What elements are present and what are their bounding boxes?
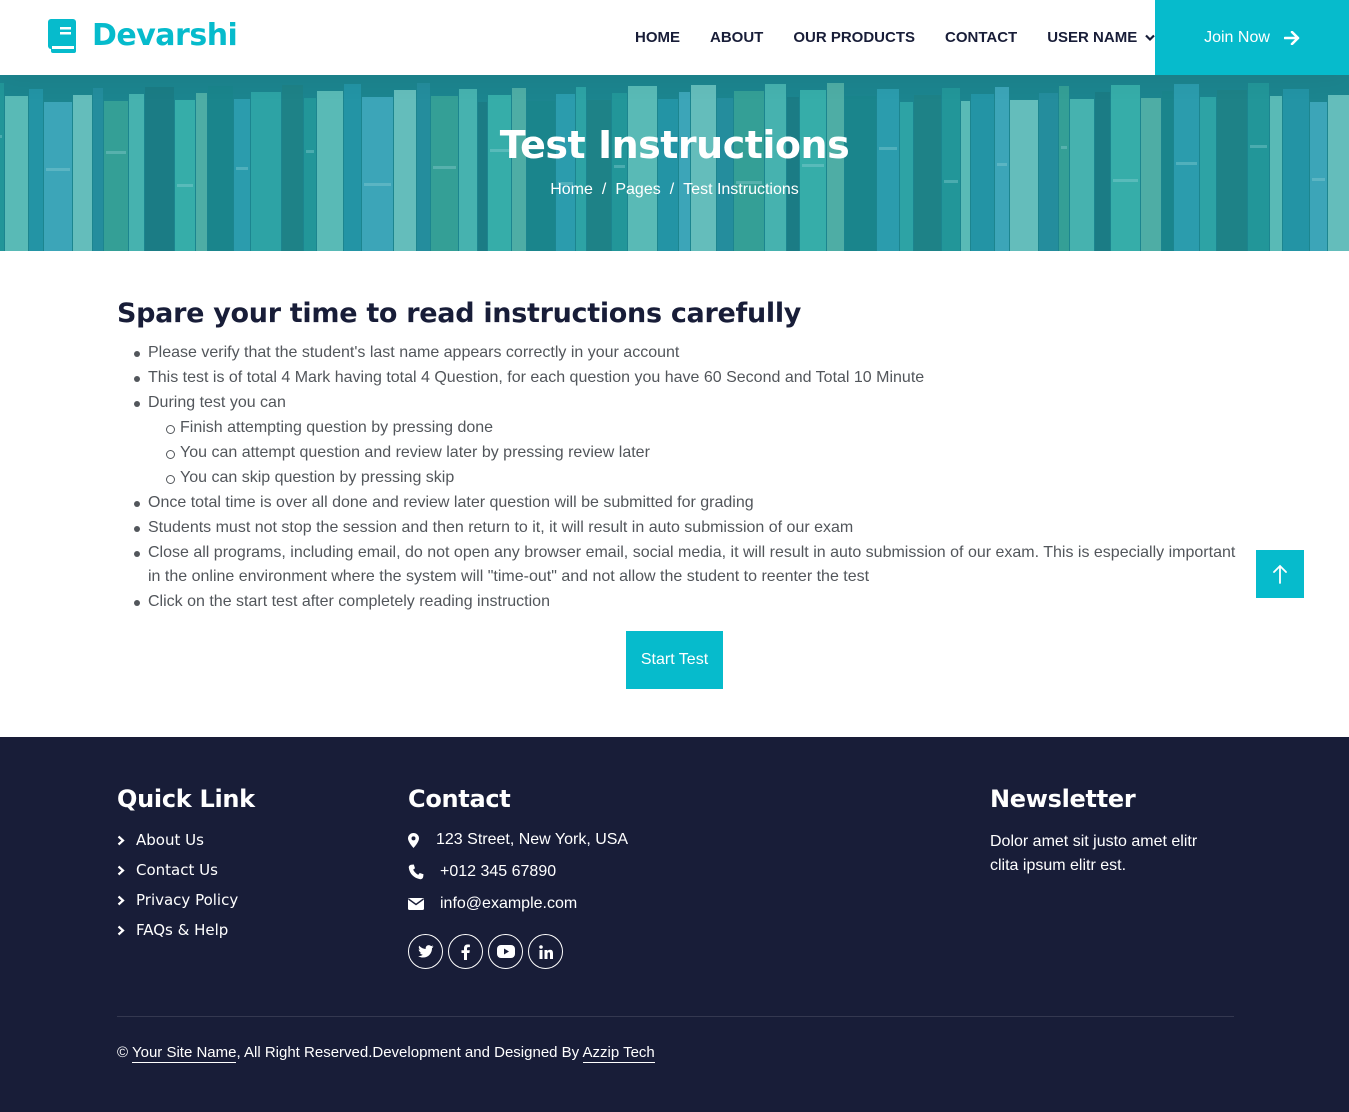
twitter-button[interactable] bbox=[408, 934, 443, 969]
instruction-subitem: You can attempt question and review late… bbox=[117, 441, 1237, 465]
phone-icon bbox=[408, 864, 424, 880]
arrow-right-icon bbox=[1283, 30, 1300, 45]
breadcrumb-pages[interactable]: Pages bbox=[615, 181, 660, 199]
nav-contact[interactable]: CONTACT bbox=[945, 29, 1017, 46]
chevron-right-icon bbox=[117, 925, 125, 935]
envelope-icon bbox=[408, 898, 424, 910]
instructions-list-continued: Once total time is over all done and rev… bbox=[117, 491, 1237, 614]
back-to-top-button[interactable] bbox=[1256, 550, 1304, 598]
breadcrumb-home[interactable]: Home bbox=[550, 181, 593, 199]
breadcrumb: Home / Pages / Test Instructions bbox=[0, 181, 1349, 199]
site-name-link[interactable]: Your Site Name bbox=[131, 1044, 237, 1063]
breadcrumb-separator: / bbox=[601, 181, 607, 198]
footer-link-privacy-policy[interactable]: Privacy Policy bbox=[117, 885, 255, 915]
footer-link-label: About Us bbox=[136, 831, 204, 849]
chevron-down-icon bbox=[1145, 34, 1156, 41]
facebook-icon bbox=[461, 944, 470, 960]
footer-divider bbox=[117, 1016, 1234, 1017]
instruction-item: Once total time is over all done and rev… bbox=[117, 491, 1237, 515]
arrow-up-icon bbox=[1273, 564, 1287, 584]
join-now-label: Join Now bbox=[1204, 28, 1270, 46]
instructions-heading: Spare your time to read instructions car… bbox=[117, 298, 802, 329]
page-header-banner: Test Instructions Home / Pages / Test In… bbox=[0, 75, 1349, 251]
footer-contact: Contact 123 Street, New York, USA +012 3… bbox=[408, 785, 628, 969]
instruction-subitem: Finish attempting question by pressing d… bbox=[117, 416, 1237, 440]
footer-link-label: FAQs & Help bbox=[136, 921, 229, 939]
footer-newsletter: Newsletter Dolor amet sit justo amet eli… bbox=[990, 785, 1230, 878]
breadcrumb-separator: / bbox=[669, 181, 675, 198]
contact-phone: +012 345 67890 bbox=[408, 856, 628, 888]
instruction-item: Please verify that the student's last na… bbox=[117, 341, 1237, 365]
contact-address: 123 Street, New York, USA bbox=[408, 824, 628, 856]
quick-link-title: Quick Link bbox=[117, 785, 255, 813]
nav-user-dropdown[interactable]: USER NAME bbox=[1047, 29, 1156, 46]
navbar: Devarshi HOME ABOUT OUR PRODUCTS CONTACT… bbox=[0, 0, 1349, 75]
join-now-button[interactable]: Join Now bbox=[1155, 0, 1349, 75]
instruction-item-text: During test you can bbox=[148, 394, 286, 411]
newsletter-text: Dolor amet sit justo amet elitr clita ip… bbox=[990, 833, 1198, 874]
instruction-item: This test is of total 4 Mark having tota… bbox=[117, 366, 1237, 390]
page-title: Test Instructions bbox=[499, 123, 850, 167]
footer-link-about-us[interactable]: About Us bbox=[117, 825, 255, 855]
facebook-button[interactable] bbox=[448, 934, 483, 969]
start-test-button[interactable]: Start Test bbox=[626, 631, 723, 689]
chevron-right-icon bbox=[117, 895, 125, 905]
youtube-icon bbox=[496, 945, 515, 958]
youtube-button[interactable] bbox=[488, 934, 523, 969]
nav-our-products[interactable]: OUR PRODUCTS bbox=[793, 29, 915, 46]
contact-email-text: info@example.com bbox=[440, 895, 578, 912]
instructions-list: Please verify that the student's last na… bbox=[117, 341, 1237, 415]
breadcrumb-current: Test Instructions bbox=[683, 181, 799, 198]
instruction-item: During test you can bbox=[117, 391, 1237, 415]
instruction-item: Students must not stop the session and t… bbox=[117, 516, 1237, 540]
footer-link-label: Privacy Policy bbox=[136, 891, 239, 909]
instruction-subitem: You can skip question by pressing skip bbox=[117, 466, 1237, 490]
user-name-label: USER NAME bbox=[1047, 29, 1138, 46]
copyright-symbol: © bbox=[117, 1044, 129, 1061]
instructions-section: Spare your time to read instructions car… bbox=[117, 298, 1237, 615]
copyright-text: , All Right Reserved.Development and Des… bbox=[236, 1044, 580, 1061]
linkedin-icon bbox=[538, 944, 553, 959]
nav-home[interactable]: HOME bbox=[635, 29, 680, 46]
newsletter-title: Newsletter bbox=[990, 785, 1136, 813]
twitter-icon bbox=[417, 945, 434, 958]
contact-title: Contact bbox=[408, 785, 511, 813]
social-links bbox=[408, 934, 628, 969]
nav-about[interactable]: ABOUT bbox=[710, 29, 763, 46]
designer-link[interactable]: Azzip Tech bbox=[582, 1044, 655, 1063]
chevron-right-icon bbox=[117, 835, 125, 845]
footer-link-label: Contact Us bbox=[136, 861, 218, 879]
nav-menu: HOME ABOUT OUR PRODUCTS CONTACT USER NAM… bbox=[620, 0, 1170, 75]
instructions-sublist: Finish attempting question by pressing d… bbox=[117, 416, 1237, 490]
chevron-right-icon bbox=[117, 865, 125, 875]
contact-email: info@example.com bbox=[408, 888, 628, 920]
instruction-item: Close all programs, including email, do … bbox=[117, 541, 1237, 589]
book-icon bbox=[48, 18, 76, 53]
brand-logo[interactable]: Devarshi bbox=[48, 18, 238, 53]
brand-name: Devarshi bbox=[92, 18, 238, 53]
footer-link-contact-us[interactable]: Contact Us bbox=[117, 855, 255, 885]
linkedin-button[interactable] bbox=[528, 934, 563, 969]
footer-link-faqs-help[interactable]: FAQs & Help bbox=[117, 915, 255, 945]
contact-phone-text: +012 345 67890 bbox=[440, 863, 557, 880]
footer: Quick Link About Us Contact Us Privacy P… bbox=[0, 737, 1349, 1112]
map-marker-icon bbox=[408, 832, 419, 848]
instruction-item: Click on the start test after completely… bbox=[117, 590, 1237, 614]
footer-quick-links: Quick Link About Us Contact Us Privacy P… bbox=[117, 785, 255, 945]
copyright: © Your Site Name, All Right Reserved.Dev… bbox=[117, 1044, 655, 1063]
contact-address-text: 123 Street, New York, USA bbox=[436, 831, 629, 848]
